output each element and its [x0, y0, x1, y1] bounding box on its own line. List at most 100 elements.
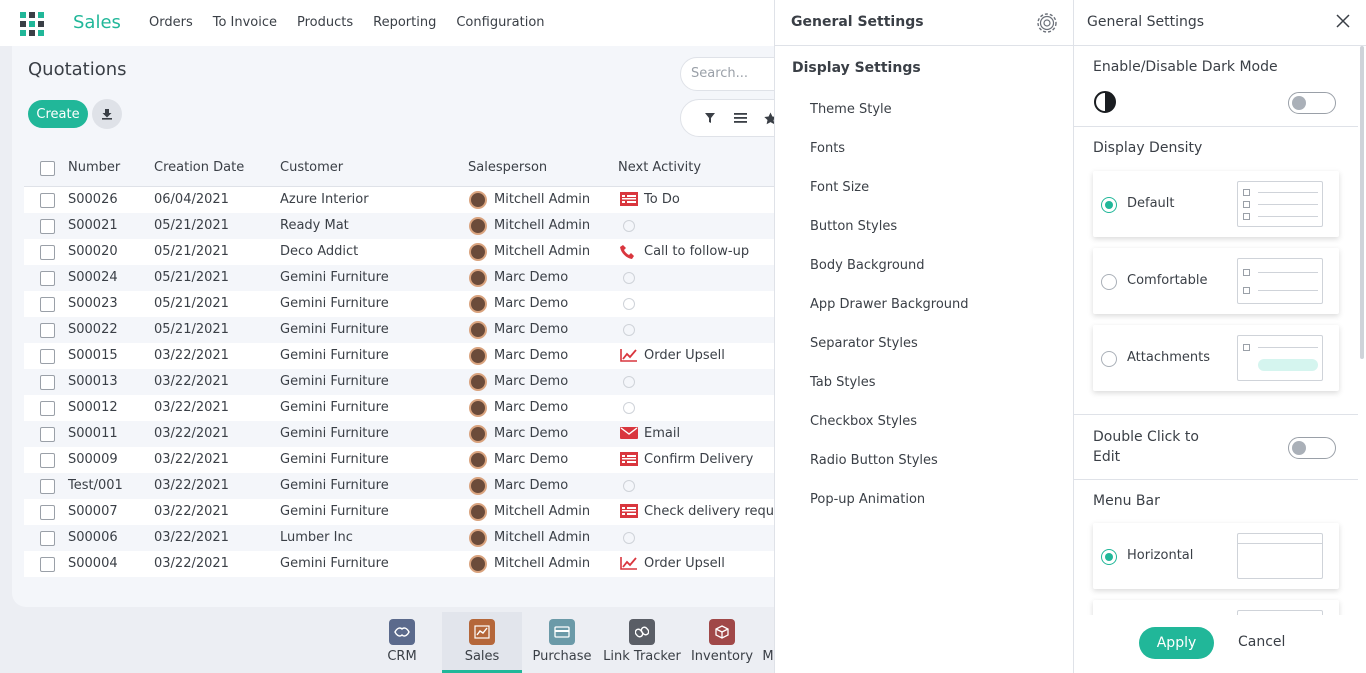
clock-icon[interactable]	[623, 376, 635, 388]
phone-icon[interactable]	[620, 244, 638, 260]
table-row[interactable]: S00006 03/22/2021 Lumber Inc Mitchell Admin	[24, 525, 802, 551]
density-option-attachments[interactable]: Attachments	[1093, 325, 1339, 391]
clock-icon[interactable]	[623, 532, 635, 544]
clock-icon[interactable]	[623, 480, 635, 492]
activity-label[interactable]: To Do	[644, 192, 680, 207]
nav-fonts[interactable]: Fonts	[810, 141, 845, 156]
activity-label[interactable]: Confirm Delivery	[644, 452, 753, 467]
nav-popup-animation[interactable]: Pop-up Animation	[810, 492, 925, 507]
todo-icon[interactable]	[620, 452, 638, 468]
clock-icon[interactable]	[623, 220, 635, 232]
table-row[interactable]: S00015 03/22/2021 Gemini Furniture Marc Dem…	[24, 343, 802, 369]
row-checkbox[interactable]	[40, 557, 55, 572]
upsell-icon[interactable]	[620, 348, 638, 364]
table-row[interactable]: S00004 03/22/2021 Gemini Furniture Mitchell…	[24, 551, 802, 577]
nav-button-styles[interactable]: Button Styles	[810, 219, 897, 234]
density-option-default[interactable]: Default	[1093, 171, 1339, 237]
activity-label[interactable]: Call to follow-up	[644, 244, 749, 259]
cancel-button[interactable]: Cancel	[1238, 634, 1285, 650]
table-row[interactable]: S00020 05/21/2021 Deco Addict Mitchell Admi…	[24, 239, 802, 265]
header-creation-date[interactable]: Creation Date	[154, 160, 244, 175]
todo-icon[interactable]	[620, 504, 638, 520]
density-radio-comfortable[interactable]	[1101, 274, 1117, 290]
clock-icon[interactable]	[623, 272, 635, 284]
todo-icon[interactable]	[620, 192, 638, 208]
app-overflow[interactable]: M	[762, 612, 774, 673]
table-row[interactable]: Test/001 03/22/2021 Gemini Furniture Marc D…	[24, 473, 802, 499]
create-button[interactable]: Create	[28, 100, 88, 128]
activity-label[interactable]: Check delivery require	[644, 504, 791, 519]
download-button[interactable]	[92, 99, 122, 129]
apply-button[interactable]: Apply	[1139, 627, 1214, 659]
app-brand[interactable]: Sales	[73, 12, 121, 33]
menu-item-reporting[interactable]: Reporting	[373, 15, 436, 30]
activity-label[interactable]: Order Upsell	[644, 556, 725, 571]
density-radio-attachments[interactable]	[1101, 351, 1117, 367]
nav-app-drawer-background[interactable]: App Drawer Background	[810, 297, 969, 312]
clock-icon[interactable]	[623, 324, 635, 336]
row-checkbox[interactable]	[40, 323, 55, 338]
row-checkbox[interactable]	[40, 453, 55, 468]
close-icon[interactable]	[1336, 14, 1350, 32]
table-row[interactable]: S00022 05/21/2021 Gemini Furniture Marc Dem…	[24, 317, 802, 343]
clock-icon[interactable]	[623, 402, 635, 414]
nav-theme-style[interactable]: Theme Style	[810, 102, 892, 117]
menu-bar-option-next[interactable]	[1093, 600, 1339, 615]
clock-icon[interactable]	[623, 298, 635, 310]
nav-checkbox-styles[interactable]: Checkbox Styles	[810, 414, 917, 429]
table-row[interactable]: S00009 03/22/2021 Gemini Furniture Marc Dem…	[24, 447, 802, 473]
header-number[interactable]: Number	[68, 160, 120, 175]
row-checkbox[interactable]	[40, 427, 55, 442]
nav-radio-button-styles[interactable]: Radio Button Styles	[810, 453, 938, 468]
row-checkbox[interactable]	[40, 271, 55, 286]
menu-item-products[interactable]: Products	[297, 15, 353, 30]
row-checkbox[interactable]	[40, 531, 55, 546]
double-click-toggle[interactable]	[1288, 437, 1336, 459]
row-checkbox[interactable]	[40, 479, 55, 494]
email-icon[interactable]	[620, 426, 638, 442]
menu-bar-option-horizontal[interactable]: Horizontal	[1093, 523, 1339, 589]
settings-scrollbar[interactable]	[1360, 46, 1364, 359]
dark-mode-toggle[interactable]	[1288, 92, 1336, 114]
row-checkbox[interactable]	[40, 401, 55, 416]
density-radio-default[interactable]	[1101, 197, 1117, 213]
menu-item-to-invoice[interactable]: To Invoice	[213, 15, 277, 30]
table-row[interactable]: S00026 06/04/2021 Azure Interior Mitchell A…	[24, 187, 802, 213]
filter-icon[interactable]	[695, 112, 725, 124]
row-checkbox[interactable]	[40, 245, 55, 260]
app-crm[interactable]: CRM	[362, 612, 442, 673]
table-row[interactable]: S00012 03/22/2021 Gemini Furniture Marc Dem…	[24, 395, 802, 421]
table-row[interactable]: S00007 03/22/2021 Gemini Furniture Mitchell…	[24, 499, 802, 525]
density-option-comfortable[interactable]: Comfortable	[1093, 248, 1339, 314]
group-by-icon[interactable]	[725, 112, 755, 124]
row-checkbox[interactable]	[40, 297, 55, 312]
app-link-tracker[interactable]: Link Tracker	[602, 612, 682, 673]
table-row[interactable]: S00021 05/21/2021 Ready Mat Mitchell Admin	[24, 213, 802, 239]
menu-item-configuration[interactable]: Configuration	[456, 15, 544, 30]
table-row[interactable]: S00023 05/21/2021 Gemini Furniture Marc Dem…	[24, 291, 802, 317]
table-row[interactable]: S00011 03/22/2021 Gemini Furniture Marc Dem…	[24, 421, 802, 447]
app-purchase[interactable]: Purchase	[522, 612, 602, 673]
nav-font-size[interactable]: Font Size	[810, 180, 869, 195]
select-all-checkbox[interactable]	[40, 161, 55, 176]
table-row[interactable]: S00013 03/22/2021 Gemini Furniture Marc Dem…	[24, 369, 802, 395]
gear-icon[interactable]	[1034, 10, 1060, 40]
row-checkbox[interactable]	[40, 505, 55, 520]
app-sales[interactable]: Sales	[442, 612, 522, 673]
header-next-activity[interactable]: Next Activity	[618, 160, 701, 175]
row-checkbox[interactable]	[40, 193, 55, 208]
nav-body-background[interactable]: Body Background	[810, 258, 925, 273]
menu-item-orders[interactable]: Orders	[149, 15, 193, 30]
nav-separator-styles[interactable]: Separator Styles	[810, 336, 918, 351]
activity-label[interactable]: Email	[644, 426, 680, 441]
header-salesperson[interactable]: Salesperson	[468, 160, 547, 175]
app-inventory[interactable]: Inventory	[682, 612, 762, 673]
activity-label[interactable]: Order Upsell	[644, 348, 725, 363]
row-checkbox[interactable]	[40, 375, 55, 390]
upsell-icon[interactable]	[620, 556, 638, 572]
row-checkbox[interactable]	[40, 219, 55, 234]
nav-tab-styles[interactable]: Tab Styles	[810, 375, 876, 390]
app-menu-icon[interactable]	[20, 12, 44, 36]
row-checkbox[interactable]	[40, 349, 55, 364]
menu-bar-radio-horizontal[interactable]	[1101, 549, 1117, 565]
